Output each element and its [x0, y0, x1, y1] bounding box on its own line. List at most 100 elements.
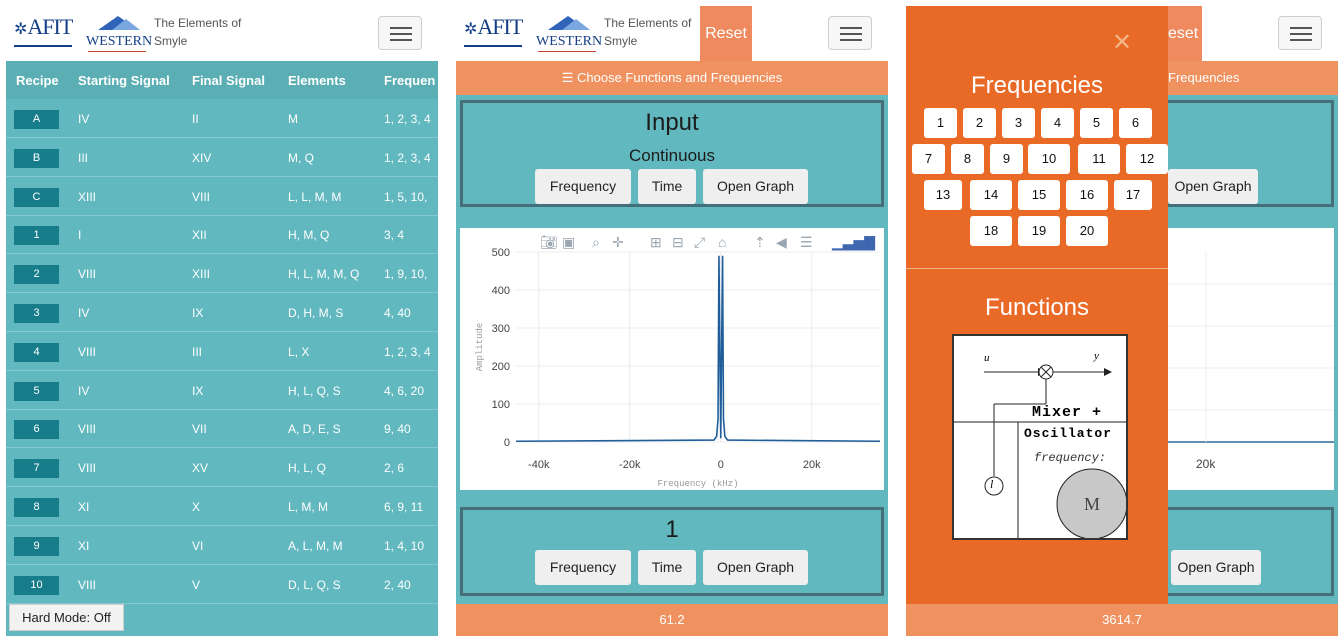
frequency-button[interactable]: 8 [951, 144, 984, 174]
frequency-button[interactable]: 6 [1119, 108, 1152, 138]
bottom-status-bar: 3614.7 [906, 604, 1338, 636]
drawer-divider [906, 268, 1168, 269]
input-label: u [984, 352, 990, 364]
cell-elements: M, Q [288, 150, 314, 165]
output-title: 1 [665, 516, 679, 543]
frequency-button[interactable]: 11 [1078, 144, 1120, 174]
open-graph-button[interactable]: Open Graph [1171, 550, 1261, 585]
frequency-button[interactable]: 12 [1126, 144, 1168, 174]
output-panel: 1 Frequency Time Open Graph [460, 507, 884, 596]
recipe-button[interactable]: 7 [14, 459, 59, 479]
recipe-button[interactable]: 10 [14, 575, 59, 595]
recipe-button[interactable]: 9 [14, 536, 59, 556]
input-panel: Input Continuous Frequency Time Open Gra… [460, 100, 884, 207]
recipe-button[interactable]: 3 [14, 304, 59, 323]
time-button[interactable]: Time [638, 550, 696, 585]
table-row: 4 VIII III L, X 1, 2, 3, 4 [6, 333, 438, 371]
open-graph-button[interactable]: Open Graph [703, 169, 808, 204]
cell-final: V [192, 577, 201, 592]
cell-final: VIII [192, 189, 211, 204]
hard-mode-toggle[interactable]: Hard Mode: Off [9, 604, 124, 631]
frequency-button[interactable]: 20 [1066, 216, 1108, 246]
app-header: ✲AFIT WESTERN The Elements of Smyle Reset [456, 6, 888, 61]
signal-screen: ✲AFIT WESTERN The Elements of Smyle Reset… [456, 6, 888, 636]
cell-start: VIII [78, 267, 97, 282]
input-title: Input [645, 109, 699, 136]
hamburger-menu-button[interactable] [828, 16, 872, 50]
frequency-button[interactable]: 13 [924, 180, 962, 210]
reset-button[interactable]: eset [1168, 6, 1202, 61]
functions-heading: Functions [984, 294, 1090, 321]
recipe-button[interactable]: A [14, 110, 59, 129]
column-header-starting-signal: Starting Signal [78, 73, 170, 88]
hamburger-menu-button[interactable] [378, 16, 422, 50]
cell-elements: H, L, Q [288, 461, 327, 476]
frequency-button[interactable]: 14 [970, 180, 1012, 210]
y-tick-label: 0 [504, 437, 510, 449]
frequency-button[interactable]: 10 [1028, 144, 1070, 174]
frequency-button[interactable]: 5 [1080, 108, 1113, 138]
recipe-button[interactable]: 2 [14, 265, 59, 285]
cell-final: X [192, 500, 201, 514]
recipe-button[interactable]: 1 [14, 226, 59, 246]
recipe-button[interactable]: 5 [14, 381, 59, 401]
recipe-button[interactable]: 8 [14, 498, 59, 517]
table-row: 10 VIII V D, L, Q, S 2, 40 [6, 566, 438, 604]
table-row: 3 IV IX D, H, M, S 4, 40 [6, 294, 438, 332]
frequency-button[interactable]: 2 [963, 108, 996, 138]
frequency-button[interactable]: 7 [912, 144, 945, 174]
cell-final: III [192, 344, 203, 359]
frequency-button[interactable]: 9 [990, 144, 1023, 174]
bottom-status-bar: 61.2 [456, 604, 888, 636]
frequency-button[interactable]: 18 [970, 216, 1012, 246]
y-tick-label: 200 [492, 361, 510, 373]
open-graph-button[interactable]: Open Graph [703, 550, 808, 585]
cell-start: IV [78, 383, 90, 398]
table-row: B III XIV M, Q 1, 2, 3, 4 [6, 139, 438, 177]
hamburger-menu-button[interactable] [1278, 16, 1322, 50]
frequency-button[interactable]: 19 [1018, 216, 1060, 246]
choose-functions-bar[interactable]: ☰ Choose Functions and Frequencies [456, 61, 888, 95]
western-logo: WESTERN [86, 16, 152, 54]
cell-freq: 9, 40 [384, 422, 411, 437]
frequency-button[interactable]: 15 [1018, 180, 1060, 210]
cell-start: IV [78, 112, 90, 126]
frequency-button[interactable]: 4 [1041, 108, 1074, 138]
afit-logo: ✲AFIT [464, 14, 523, 47]
recipe-button[interactable]: C [14, 187, 59, 207]
mixer-oscillator-function-card[interactable]: u y Mixer + Oscillator frequency: l M [952, 334, 1128, 540]
cell-freq: 4, 40 [384, 306, 411, 320]
frequency-button[interactable]: 16 [1066, 180, 1108, 210]
cell-elements: A, L, M, M [288, 538, 343, 553]
cell-freq: 1, 4, 10 [384, 538, 425, 553]
time-button[interactable]: Time [638, 169, 696, 204]
close-icon[interactable]: ✕ [1112, 28, 1132, 57]
recipe-button[interactable]: 6 [14, 420, 59, 440]
table-row: A IV II M 1, 2, 3, 4 [6, 100, 438, 138]
column-header-elements: Elements [288, 73, 346, 88]
frequency-button[interactable]: Frequency [535, 169, 631, 204]
cell-final: XV [192, 461, 209, 476]
frequency-button[interactable]: 1 [924, 108, 957, 138]
table-row: 8 XI X L, M, M 6, 9, 11 [6, 488, 438, 526]
recipe-button[interactable]: B [14, 148, 59, 168]
series-line [515, 255, 881, 443]
frequency-param-label: frequency: [1034, 451, 1107, 465]
reset-button[interactable]: Reset [700, 6, 752, 61]
cell-start: IV [78, 306, 90, 320]
cell-final: XIII [192, 267, 211, 282]
cell-freq: 6, 9, 11 [384, 500, 424, 514]
x-axis-label: Frequency (kHz) [657, 479, 738, 489]
recipe-button[interactable]: 4 [14, 342, 59, 362]
table-row: 6 VIII VII A, D, E, S 9, 40 [6, 410, 438, 449]
western-logo: WESTERN [536, 16, 602, 54]
column-header-final-signal: Final Signal [192, 73, 265, 88]
frequency-button[interactable]: 3 [1002, 108, 1035, 138]
frequency-button[interactable]: 17 [1114, 180, 1152, 210]
y-tick-label: 500 [492, 247, 510, 259]
cell-freq: 1, 5, 10, [384, 189, 428, 204]
frequency-button[interactable]: Frequency [535, 550, 631, 585]
cell-start: VIII [78, 461, 97, 476]
open-graph-button[interactable]: Open Graph [1168, 169, 1258, 204]
table-header: Recipe Starting Signal Final Signal Elem… [6, 61, 438, 99]
